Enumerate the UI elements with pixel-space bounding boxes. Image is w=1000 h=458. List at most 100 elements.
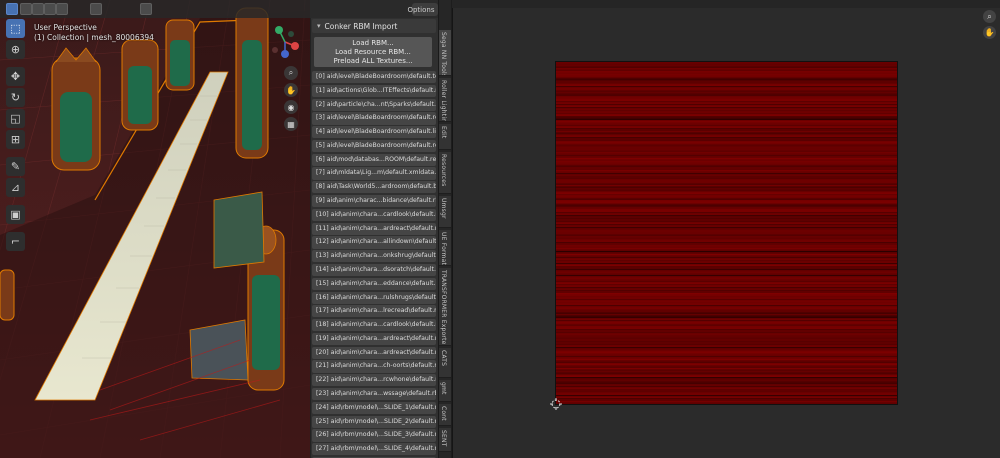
- tab-resources[interactable]: Resources: [439, 152, 451, 194]
- 2d-cursor-icon: [550, 398, 562, 410]
- grid-icon[interactable]: ▦: [284, 117, 298, 131]
- view-name: User Perspective: [34, 23, 97, 32]
- select-box-icon[interactable]: ⬚: [6, 19, 25, 38]
- tab-gmt[interactable]: gmt: [439, 380, 451, 402]
- list-item[interactable]: [4] aid\level\BladeBoardroom\default.lig…: [312, 126, 436, 139]
- add-cube-icon[interactable]: ▣: [6, 205, 25, 224]
- mode-button-4[interactable]: [44, 3, 56, 15]
- tab-label: CATS: [440, 350, 447, 367]
- brush-icon[interactable]: ⌐: [6, 232, 25, 251]
- preload-textures-button[interactable]: Preload ALL Textures...: [314, 55, 432, 67]
- list-item[interactable]: [12] aid\anim\chara...allindown\default.…: [312, 236, 436, 249]
- list-item[interactable]: [8] aid\Task\World5...ardroom\default.bi…: [312, 181, 436, 194]
- tab-umsgr[interactable]: Umsgr: [439, 196, 451, 228]
- list-item[interactable]: [7] aid\mldata\Lig...m\default.xmldata.b…: [312, 167, 436, 180]
- view-options-button[interactable]: [90, 3, 102, 15]
- tab-cats[interactable]: CATS: [439, 348, 451, 378]
- 3d-viewport[interactable]: User Perspective (1) Collection | mesh_8…: [0, 0, 310, 458]
- tab-ue-format[interactable]: UE Format: [439, 230, 451, 266]
- tool-shelf: ⬚ ⊕ ✥ ↻ ◱ ⊞ ✎ ⊿ ▣ ⌐: [6, 19, 25, 253]
- measure-icon[interactable]: ⊿: [6, 178, 25, 197]
- tab-cont[interactable]: Cont: [439, 404, 451, 426]
- chair-left-2[interactable]: [121, 39, 159, 131]
- list-item[interactable]: [2] aid\particle\cha...nt\Sparks\default…: [312, 98, 436, 111]
- list-item[interactable]: [9] aid\anim\charac...bidance\default.rb…: [312, 195, 436, 208]
- viewport-header: [0, 0, 310, 18]
- list-item[interactable]: [3] aid\level\BladeBoardroom\default.ro.…: [312, 112, 436, 125]
- tab-label: Cont: [440, 406, 447, 421]
- shading-button[interactable]: [140, 3, 152, 15]
- hand-pan-icon[interactable]: ✋: [284, 83, 298, 97]
- chair-left-1[interactable]: [51, 47, 101, 171]
- viewport-info: User Perspective (1) Collection | mesh_8…: [34, 23, 154, 43]
- cursor-icon[interactable]: ⊕: [6, 40, 25, 59]
- chair-right-1[interactable]: [235, 7, 269, 159]
- collection-info: (1) Collection | mesh_80006394: [34, 33, 154, 42]
- tab-label: Resources: [440, 154, 447, 187]
- tab-label: SENT: [440, 430, 447, 447]
- list-item[interactable]: [19] aid\anim\chara...ardreact\default.r…: [312, 332, 436, 346]
- tab-sent[interactable]: SENT: [439, 428, 451, 452]
- move-icon[interactable]: ✥: [6, 67, 25, 86]
- options-label: Options: [407, 5, 435, 14]
- section-title-text: Conker RBM Import: [324, 21, 398, 31]
- list-item[interactable]: [5] aid\level\BladeBoardroom\default.ro.…: [312, 139, 436, 153]
- list-item[interactable]: [17] aid\anim\chara...lrecread\default.r…: [312, 305, 436, 318]
- tab-label: Sega NN Tools: [440, 32, 447, 76]
- list-item[interactable]: [15] aid\anim\chara...eddance\default.rb…: [312, 277, 436, 290]
- list-item[interactable]: [18] aid\anim\chara...cardlook\default.r…: [312, 319, 436, 332]
- list-item[interactable]: [27] aid\rbm\model\...SLIDE_4\default.rb…: [312, 443, 436, 456]
- tab-label: TRANSFORMER Exporter: [440, 270, 447, 346]
- zoom-icon[interactable]: ⌕: [983, 10, 996, 23]
- list-item[interactable]: [11] aid\anim\chara...ardreact\default.r…: [312, 222, 436, 235]
- texture-noise: [556, 62, 897, 404]
- mode-button-2[interactable]: [20, 3, 32, 15]
- tab-label: Edit: [440, 126, 447, 139]
- options-dropdown[interactable]: Options ⌄: [407, 3, 443, 16]
- chevron-down-icon: ▾: [317, 22, 321, 30]
- list-item[interactable]: [23] aid\anim\chara...wssage\default.rba: [312, 387, 436, 401]
- panel-section-title[interactable]: ▾ Conker RBM Import: [312, 19, 436, 33]
- list-item[interactable]: [24] aid\rbm\model\...SLIDE_1\default.rb…: [312, 401, 436, 414]
- transform-icon[interactable]: ⊞: [6, 130, 25, 149]
- tab-label: Umsgr: [440, 198, 447, 219]
- tab-label: gmt: [440, 382, 447, 395]
- tab-label: UE Format: [440, 232, 447, 266]
- viewport-nav-controls: ⌕ ✋ ◉ ▦: [284, 66, 298, 134]
- chair-left-4[interactable]: [0, 269, 15, 321]
- tab-label: Roller Lighting: [440, 80, 447, 122]
- tab-roller-lighting[interactable]: Roller Lighting: [439, 78, 451, 122]
- scale-icon[interactable]: ◱: [6, 109, 25, 128]
- camera-icon[interactable]: ◉: [284, 100, 298, 114]
- list-item[interactable]: [20] aid\anim\chara...ardreact\default.r…: [312, 346, 436, 359]
- image-editor-header: [452, 0, 1000, 8]
- sidebar-tabs: Sega NN Tools Roller Lighting Edit Resource…: [438, 0, 451, 458]
- list-item[interactable]: [13] aid\anim\chara...onkshrug\default.r…: [312, 250, 436, 263]
- list-item[interactable]: [6] aid\mod\databas...ROOM\default.res.b…: [312, 153, 436, 166]
- list-item[interactable]: [1] aid\actions\Glob...ITEffects\default…: [312, 84, 436, 97]
- list-item[interactable]: [16] aid\anim\chara...rulshrugs\default.…: [312, 291, 436, 304]
- chair-left-3[interactable]: [165, 19, 195, 91]
- viewport-scene[interactable]: [0, 0, 310, 458]
- list-item[interactable]: [0] aid\level\BladeBoardroom\default.tex: [312, 71, 436, 84]
- tab-sega-nn-tools[interactable]: Sega NN Tools: [439, 30, 451, 76]
- tab-transformer-exporter[interactable]: TRANSFORMER Exporter: [439, 268, 451, 346]
- tab-edit[interactable]: Edit: [439, 124, 451, 150]
- texture-preview[interactable]: [556, 62, 897, 404]
- mode-button-3[interactable]: [32, 3, 44, 15]
- annotate-icon[interactable]: ✎: [6, 157, 25, 176]
- list-item[interactable]: [22] aid\anim\chara...rcwhone\default.rb…: [312, 374, 436, 387]
- resource-list: [0] aid\level\BladeBoardroom\default.tex…: [312, 71, 436, 458]
- hand-pan-icon[interactable]: ✋: [983, 26, 996, 39]
- list-item[interactable]: [10] aid\anim\chara...cardlook\default.r…: [312, 208, 436, 221]
- zoom-icon[interactable]: ⌕: [284, 66, 298, 80]
- list-item[interactable]: [25] aid\rbm\model\...SLIDE_2\default.rb…: [312, 415, 436, 428]
- mode-button-5[interactable]: [56, 3, 68, 15]
- rotate-icon[interactable]: ↻: [6, 88, 25, 107]
- select-mode-button[interactable]: [6, 3, 18, 15]
- navigation-gizmo[interactable]: [267, 22, 303, 60]
- list-item[interactable]: [21] aid\anim\chara...ch-oorts\default.r…: [312, 360, 436, 373]
- list-item[interactable]: [14] aid\anim\chara...dsoratch\default.r…: [312, 263, 436, 277]
- image-editor-nav: ⌕ ✋: [983, 10, 996, 42]
- list-item[interactable]: [26] aid\rbm\model\...SLIDE_3\default.rb…: [312, 429, 436, 442]
